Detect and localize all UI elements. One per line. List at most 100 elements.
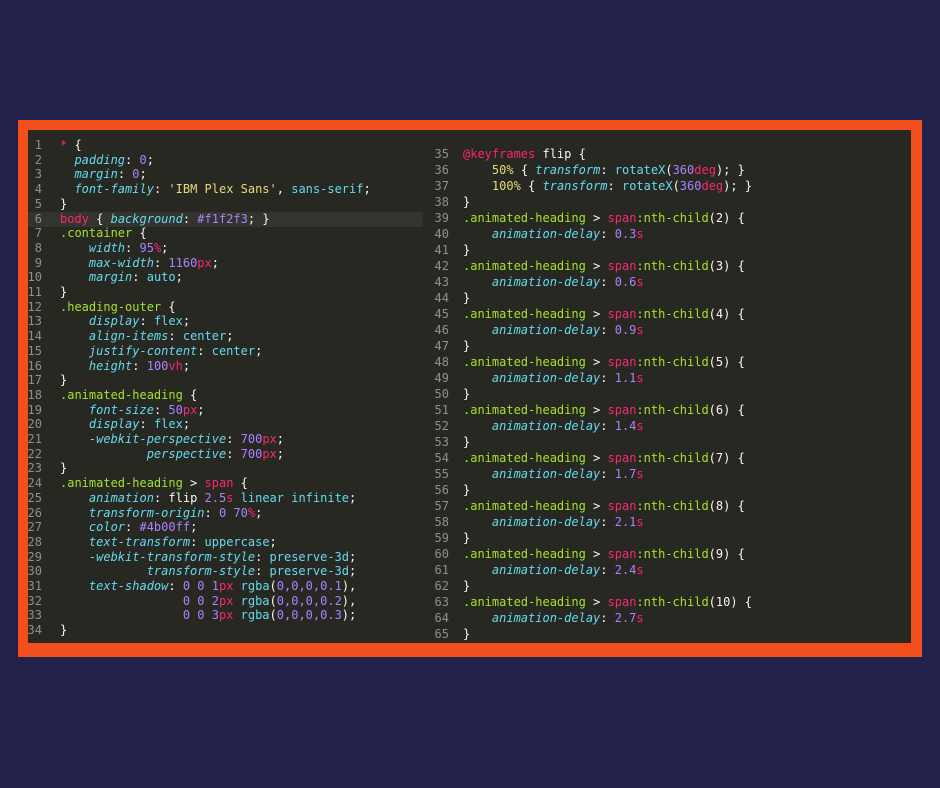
- code-line[interactable]: 42 .animated-heading > span:nth-child(3) …: [423, 259, 911, 274]
- code-token: :: [600, 275, 615, 289]
- code-pane-right[interactable]: 35 @keyframes flip {36 50% { transform: r…: [423, 130, 911, 643]
- code-line[interactable]: 14 align-items: center;: [28, 329, 423, 344]
- code-line[interactable]: 51 .animated-heading > span:nth-child(6) …: [423, 403, 911, 418]
- code-token: :: [600, 227, 615, 241]
- code-line[interactable]: 39 .animated-heading > span:nth-child(2) …: [423, 211, 911, 226]
- code-line[interactable]: 48 .animated-heading > span:nth-child(5) …: [423, 355, 911, 370]
- code-token: >: [585, 499, 608, 513]
- code-line[interactable]: 8 width: 95%;: [28, 241, 423, 256]
- code-line[interactable]: 60 .animated-heading > span:nth-child(9) …: [423, 547, 911, 562]
- code-line[interactable]: 61 animation-delay: 2.4s: [423, 563, 911, 578]
- code-line[interactable]: 18 .animated-heading {: [28, 388, 423, 403]
- code-line[interactable]: 38}: [423, 195, 911, 210]
- code-line[interactable]: 44}: [423, 291, 911, 306]
- code-line[interactable]: 43 animation-delay: 0.6s: [423, 275, 911, 290]
- code-line[interactable]: 3 margin: 0;: [28, 167, 423, 182]
- code-line[interactable]: 22 perspective: 700px;: [28, 447, 423, 462]
- code-line[interactable]: 57 .animated-heading > span:nth-child(8) …: [423, 499, 911, 514]
- code-token: s: [636, 323, 644, 337]
- code-token: #4b00ff: [139, 520, 191, 535]
- code-token: :: [153, 402, 169, 417]
- code-line[interactable]: 37 100% { transform: rotateX(360deg); }: [423, 179, 911, 194]
- code-line[interactable]: 63 .animated-heading > span:nth-child(10)…: [423, 595, 911, 610]
- code-line[interactable]: 46 animation-delay: 0.9s: [423, 323, 911, 338]
- code-line[interactable]: 30 transform-style: preserve-3d;: [28, 564, 423, 579]
- code-token: ;: [197, 402, 205, 417]
- code-line[interactable]: 10 margin: auto;: [28, 270, 423, 285]
- code-line[interactable]: 32 0 0 2px rgba(0,0,0,0.2),: [28, 594, 423, 609]
- code-line[interactable]: 65}: [423, 627, 911, 642]
- code-token: :nth-child: [636, 307, 709, 321]
- code-line[interactable]: 13 display: flex;: [28, 314, 423, 329]
- code-line[interactable]: 24 .animated-heading > span {: [28, 476, 423, 491]
- code-line[interactable]: 49 animation-delay: 1.1s: [423, 371, 911, 386]
- code-token: :nth-child: [636, 259, 709, 273]
- code-line[interactable]: 27 color: #4b00ff;: [28, 520, 423, 535]
- code-line[interactable]: 31 text-shadow: 0 0 1px rgba(0,0,0,0.1),: [28, 579, 423, 594]
- code-line[interactable]: 16 height: 100vh;: [28, 359, 423, 374]
- code-line[interactable]: 7 .container {: [28, 226, 423, 241]
- code-line[interactable]: 17}: [28, 373, 423, 388]
- code-line[interactable]: 19 font-size: 50px;: [28, 403, 423, 418]
- code-text: padding: 0;: [60, 153, 154, 168]
- code-token: auto: [146, 270, 176, 285]
- code-line[interactable]: 41}: [423, 243, 911, 258]
- code-line[interactable]: 9 max-width: 1160px;: [28, 256, 423, 271]
- code-line[interactable]: 2 padding: 0;: [28, 153, 423, 168]
- code-token: {: [74, 138, 82, 152]
- code-line[interactable]: 15 justify-content: center;: [28, 344, 423, 359]
- code-line[interactable]: 59}: [423, 531, 911, 546]
- code-line[interactable]: 28 text-transform: uppercase;: [28, 535, 423, 550]
- code-line[interactable]: 12 .heading-outer {: [28, 300, 423, 315]
- code-token: {: [88, 211, 111, 226]
- code-token: rotateX: [621, 179, 673, 193]
- code-line[interactable]: 25 animation: flip 2.5s linear infinite;: [28, 491, 423, 506]
- line-number: 20: [28, 417, 42, 432]
- code-line[interactable]: 29 -webkit-transform-style: preserve-3d;: [28, 550, 423, 565]
- code-token: {: [132, 226, 147, 241]
- code-line[interactable]: 26 transform-origin: 0 70%;: [28, 506, 423, 521]
- code-token: uppercase: [204, 534, 270, 549]
- code-line[interactable]: 20 display: flex;: [28, 417, 423, 432]
- code-token: 2.1: [614, 515, 637, 529]
- code-line[interactable]: 55 animation-delay: 1.7s: [423, 467, 911, 482]
- line-number: 23: [28, 461, 42, 476]
- code-token: .animated-heading: [463, 451, 586, 465]
- code-line[interactable]: 11}: [28, 285, 423, 300]
- code-line[interactable]: 45 .animated-heading > span:nth-child(4) …: [423, 307, 911, 322]
- code-line[interactable]: 54 .animated-heading > span:nth-child(7) …: [423, 451, 911, 466]
- code-line[interactable]: 23}: [28, 461, 423, 476]
- code-line[interactable]: 36 50% { transform: rotateX(360deg); }: [423, 163, 911, 178]
- code-line[interactable]: 52 animation-delay: 1.4s: [423, 419, 911, 434]
- code-token: span: [607, 307, 637, 321]
- code-line[interactable]: 21 -webkit-perspective: 700px;: [28, 432, 423, 447]
- code-line[interactable]: 53}: [423, 435, 911, 450]
- code-token: :: [226, 432, 241, 446]
- code-pane-left[interactable]: 1 * {2 padding: 0; 3 margin: 0; 4 font-fami…: [28, 130, 423, 643]
- code-line[interactable]: 62}: [423, 579, 911, 594]
- code-line[interactable]: 64 animation-delay: 2.7s: [423, 611, 911, 626]
- code-line[interactable]: 40 animation-delay: 0.3s: [423, 227, 911, 242]
- code-line[interactable]: 1 * {: [28, 138, 423, 153]
- code-line[interactable]: 56}: [423, 483, 911, 498]
- code-line[interactable]: 5}: [28, 197, 423, 212]
- code-line[interactable]: 58 animation-delay: 2.1s: [423, 515, 911, 530]
- code-line[interactable]: 50}: [423, 387, 911, 402]
- line-number: 14: [28, 329, 42, 344]
- code-token: :: [168, 329, 183, 344]
- code-line[interactable]: 4 font-family: 'IBM Plex Sans', sans-ser…: [28, 182, 423, 197]
- code-line[interactable]: 47}: [423, 339, 911, 354]
- code-line[interactable]: 33 0 0 3px rgba(0,0,0,0.3);: [28, 608, 423, 623]
- code-line[interactable]: 35 @keyframes flip {: [423, 147, 911, 162]
- code-editor[interactable]: 1 * {2 padding: 0; 3 margin: 0; 4 font-fami…: [28, 130, 911, 643]
- line-number: 26: [28, 505, 42, 520]
- code-token: 'IBM Plex Sans': [168, 182, 277, 197]
- code-line[interactable]: 34}: [28, 623, 423, 638]
- code-line[interactable]: 6 body { background: #f1f2f3; }: [28, 211, 423, 227]
